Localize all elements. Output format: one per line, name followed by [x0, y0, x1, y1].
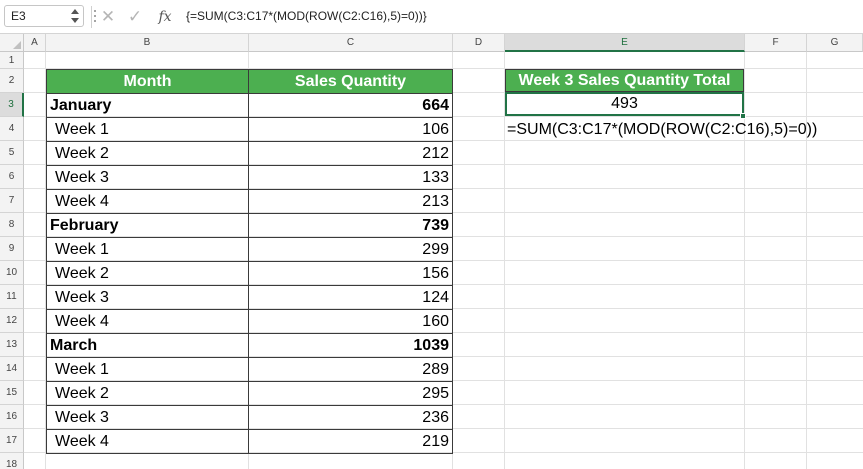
row-header-7[interactable]: 7: [0, 189, 24, 213]
table-row-value[interactable]: 1039: [248, 333, 453, 358]
table-row-value[interactable]: 213: [248, 189, 453, 214]
table-row-label[interactable]: Week 4: [46, 309, 249, 334]
row-header-5[interactable]: 5: [0, 141, 24, 165]
table-row-value[interactable]: 160: [248, 309, 453, 334]
table-row-label[interactable]: Week 1: [46, 237, 249, 262]
cancel-icon[interactable]: ✕: [97, 6, 119, 28]
row-header-14[interactable]: 14: [0, 357, 24, 381]
column-header-g[interactable]: G: [807, 34, 863, 52]
row-header-4[interactable]: 4: [0, 117, 24, 141]
table-row-value[interactable]: 295: [248, 381, 453, 406]
name-box[interactable]: E3: [4, 5, 84, 27]
column-header-a[interactable]: A: [24, 34, 46, 52]
row-header-3[interactable]: 3: [0, 93, 24, 117]
table-row-value[interactable]: 124: [248, 285, 453, 310]
row-header-15[interactable]: 15: [0, 381, 24, 405]
formula-bar: E3 ✕ ✓ fx {=SUM(C3:C17*(MOD(ROW(C2:C16),…: [0, 0, 863, 34]
table-row-label[interactable]: Week 3: [46, 165, 249, 190]
table-row-label[interactable]: Week 2: [46, 141, 249, 166]
row-header-8[interactable]: 8: [0, 213, 24, 237]
table-row-value[interactable]: 236: [248, 405, 453, 430]
table-row-value[interactable]: 212: [248, 141, 453, 166]
insert-function-icon[interactable]: fx: [154, 6, 176, 28]
table-row-label[interactable]: Week 4: [46, 429, 249, 454]
table-row-label[interactable]: Week 2: [46, 381, 249, 406]
table-row-value[interactable]: 289: [248, 357, 453, 382]
table-row-label[interactable]: Week 1: [46, 117, 249, 142]
table-row-label[interactable]: Week 3: [46, 405, 249, 430]
table-row-label[interactable]: March: [46, 333, 249, 358]
column-header-f[interactable]: F: [745, 34, 807, 52]
table-row-label[interactable]: Week 3: [46, 285, 249, 310]
column-header-b[interactable]: B: [46, 34, 249, 52]
row-header-2[interactable]: 2: [0, 69, 24, 93]
row-header-11[interactable]: 11: [0, 285, 24, 309]
table-row-value[interactable]: 106: [248, 117, 453, 142]
table-row-label[interactable]: February: [46, 213, 249, 238]
row-header-6[interactable]: 6: [0, 165, 24, 189]
table-row-label[interactable]: Week 4: [46, 189, 249, 214]
row-header-1[interactable]: 1: [0, 52, 24, 69]
row-header-13[interactable]: 13: [0, 333, 24, 357]
table-header-month[interactable]: Month: [46, 69, 249, 94]
enter-icon[interactable]: ✓: [124, 6, 146, 28]
select-all-button[interactable]: [0, 34, 24, 52]
row-header-12[interactable]: 12: [0, 309, 24, 333]
row-header-9[interactable]: 9: [0, 237, 24, 261]
formula-bar-separator: [91, 6, 92, 28]
result-value-cell[interactable]: 493: [505, 92, 744, 116]
row-header-18[interactable]: 18: [0, 453, 24, 469]
table-row-label[interactable]: January: [46, 93, 249, 118]
row-header-16[interactable]: 16: [0, 405, 24, 429]
column-header-e[interactable]: E: [505, 34, 745, 52]
row-header-10[interactable]: 10: [0, 261, 24, 285]
table-row-value[interactable]: 156: [248, 261, 453, 286]
table-row-label[interactable]: Week 2: [46, 261, 249, 286]
table-row-value[interactable]: 664: [248, 93, 453, 118]
table-row-value[interactable]: 739: [248, 213, 453, 238]
table-header-sales-quantity[interactable]: Sales Quantity: [248, 69, 453, 94]
name-box-value: E3: [11, 9, 26, 23]
column-header-c[interactable]: C: [249, 34, 453, 52]
table-row-label[interactable]: Week 1: [46, 357, 249, 382]
formula-input[interactable]: {=SUM(C3:C17*(MOD(ROW(C2:C16),5)=0))}: [186, 9, 427, 23]
fill-handle[interactable]: [740, 113, 746, 119]
name-box-stepper-icon[interactable]: [71, 9, 79, 23]
result-formula-text[interactable]: =SUM(C3:C17*(MOD(ROW(C2:C16),5)=0)): [507, 121, 817, 139]
table-row-value[interactable]: 133: [248, 165, 453, 190]
column-header-d[interactable]: D: [453, 34, 505, 52]
drag-handle-icon[interactable]: [94, 10, 96, 22]
table-row-value[interactable]: 219: [248, 429, 453, 454]
row-header-17[interactable]: 17: [0, 429, 24, 453]
result-header[interactable]: Week 3 Sales Quantity Total: [505, 69, 744, 92]
table-row-value[interactable]: 299: [248, 237, 453, 262]
